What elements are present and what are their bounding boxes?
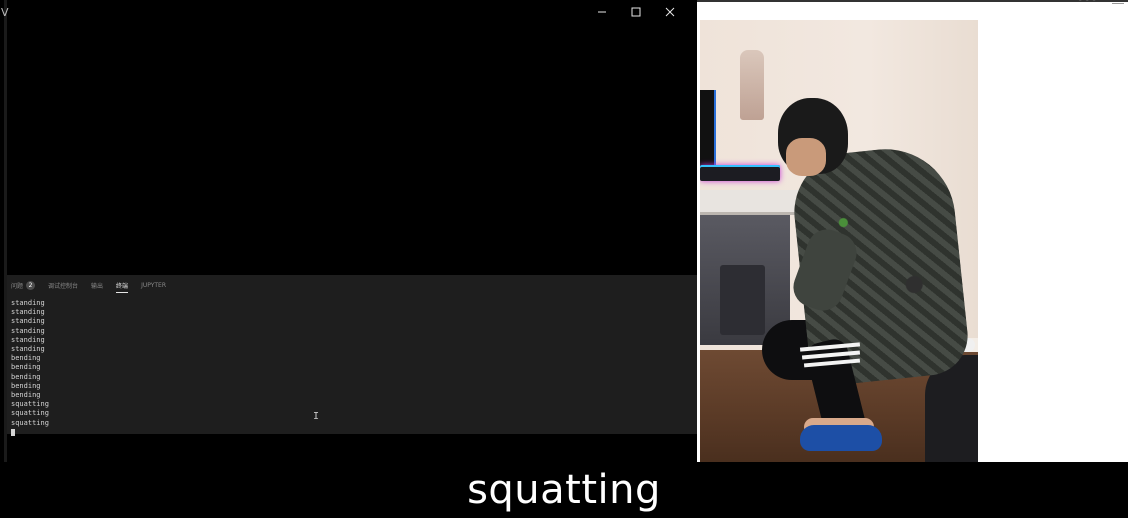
terminal-output[interactable]: standing standing standing standing standing… <box>11 299 49 436</box>
terminal-line: standing <box>11 299 45 307</box>
minimize-dash-icon[interactable] <box>1112 3 1124 4</box>
terminal-cursor <box>11 428 15 436</box>
panel-tabs: 问题 2 调试控制台 输出 终端 JUPYTER <box>7 275 697 293</box>
window-controls <box>585 3 687 21</box>
sandal <box>800 425 882 451</box>
video-window: ••• <box>697 0 1128 462</box>
terminal-line: bending <box>11 372 41 381</box>
problems-count-badge: 2 <box>26 280 36 290</box>
person-face <box>786 138 826 176</box>
subtitle-text: squatting <box>467 467 661 513</box>
bottle <box>740 50 764 120</box>
tab-output[interactable]: 输出 <box>91 278 103 292</box>
terminal-line: standing <box>11 308 45 317</box>
minimize-icon[interactable] <box>585 3 619 21</box>
keyboard <box>700 165 780 181</box>
terminal-line: bending <box>11 391 41 400</box>
terminal-line: standing <box>11 335 45 344</box>
terminal-line: squatting <box>11 418 49 427</box>
bottom-panel: 问题 2 调试控制台 输出 终端 JUPYTER standing standin… <box>7 275 697 436</box>
window-top-border <box>697 0 1128 2</box>
subtitle-bar: squatting <box>0 462 1128 518</box>
terminal-line: standing <box>11 326 45 335</box>
tab-debug-console[interactable]: 调试控制台 <box>48 278 78 292</box>
terminal-line: standing <box>11 317 45 326</box>
monitor <box>700 90 716 170</box>
tab-problems[interactable]: 问题 2 <box>11 278 36 292</box>
tab-jupyter[interactable]: JUPYTER <box>141 278 166 292</box>
app-title-letter: V <box>1 6 9 19</box>
editor-area[interactable] <box>7 24 697 275</box>
tab-label: JUPYTER <box>141 281 166 289</box>
tab-label: 输出 <box>91 282 104 290</box>
tab-label: 问题 <box>11 282 24 290</box>
terminal-line: standing <box>11 345 45 354</box>
terminal-line: bending <box>11 354 41 363</box>
terminal-line: bending <box>11 381 41 390</box>
tab-terminal[interactable]: 终端 <box>116 278 129 293</box>
tab-label: 终端 <box>116 282 129 290</box>
close-icon[interactable] <box>653 3 687 21</box>
maximize-icon[interactable] <box>619 3 653 21</box>
tab-label: 调试控制台 <box>48 282 79 290</box>
terminal-line: squatting <box>11 409 49 418</box>
editor-window: V 问题 2 调试控制台 输出 终端 JUPYTER standing stan… <box>0 0 697 462</box>
more-icon[interactable]: ••• <box>1077 0 1098 6</box>
video-frame <box>700 20 978 462</box>
text-cursor-icon: I <box>313 411 320 422</box>
terminal-line: squatting <box>11 400 49 409</box>
terminal-line: bending <box>11 363 41 372</box>
bin <box>720 265 765 335</box>
desk <box>700 190 800 215</box>
